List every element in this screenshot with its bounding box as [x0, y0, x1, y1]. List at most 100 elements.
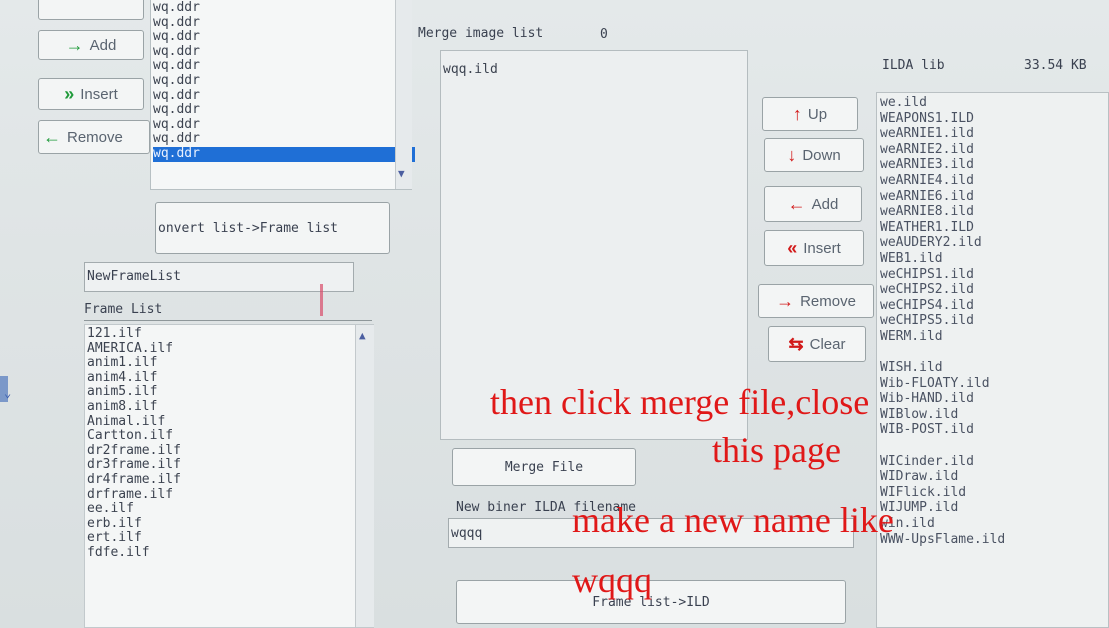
list-item[interactable]: weARNIE2.ild: [880, 142, 1005, 158]
list-item[interactable]: weCHIPS4.ild: [880, 298, 1005, 314]
list-item[interactable]: weAUDERY2.ild: [880, 235, 1005, 251]
frame-list-label: Frame List: [84, 302, 163, 317]
list-item[interactable]: wq.ddr: [153, 88, 415, 104]
list-item[interactable]: wq.ddr: [153, 15, 415, 31]
arrow-left-icon: ←: [43, 126, 61, 147]
list-item[interactable]: weARNIE3.ild: [880, 157, 1005, 173]
list-item[interactable]: anim1.ilf: [87, 356, 181, 371]
chevron-down-icon[interactable]: ▼: [398, 167, 405, 180]
list-item[interactable]: 121.ilf: [87, 326, 181, 342]
list-item[interactable]: Cartton.ilf: [87, 429, 181, 444]
list-item[interactable]: wq.ddr: [153, 73, 415, 89]
ddr-scrollbar[interactable]: ▼: [395, 0, 412, 189]
side-strip: [0, 376, 8, 402]
list-item[interactable]: WISH.ild: [880, 360, 1005, 376]
arrow-right-icon: →: [65, 34, 84, 55]
list-item[interactable]: fdfe.ilf: [87, 545, 181, 561]
chevron-up-icon[interactable]: ▲: [359, 329, 366, 342]
list-item[interactable]: weARNIE8.ild: [880, 204, 1005, 220]
insert-to-merge-button[interactable]: « Insert: [764, 230, 864, 266]
list-item[interactable]: we.ild: [880, 95, 1005, 111]
list-item[interactable]: dr4frame.ilf: [87, 472, 181, 488]
list-item[interactable]: anim5.ilf: [87, 385, 181, 400]
add-to-merge-label: Add: [811, 195, 839, 213]
frame-scrollbar[interactable]: ▲: [355, 325, 374, 627]
ddr-listbox[interactable]: wq.ddr wq.ddr wq.ddr wq.ddr wq.ddr wq.ddr wq.d…: [150, 0, 415, 190]
list-item[interactable]: dr2frame.ilf: [87, 443, 181, 459]
insert-button-label: Insert: [80, 85, 118, 103]
list-item[interactable]: weCHIPS2.ild: [880, 282, 1005, 298]
list-item[interactable]: wqq.ild: [443, 62, 498, 78]
list-item[interactable]: [880, 438, 1005, 454]
list-item[interactable]: WICinder.ild: [880, 454, 1005, 470]
ilda-lib-label: ILDA lib: [882, 58, 945, 73]
list-item[interactable]: ert.ilf: [87, 531, 181, 546]
arrow-down-icon: ↓: [787, 144, 797, 165]
annotation-line-3: make a new name like: [572, 500, 894, 540]
ilda-lib-size: 33.54 KB: [1024, 58, 1087, 73]
list-item[interactable]: erb.ilf: [87, 516, 181, 532]
list-item[interactable]: dr3frame.ilf: [87, 458, 181, 473]
down-button-label: Down: [802, 146, 841, 164]
list-item[interactable]: Wib-FLOATY.ild: [880, 376, 1005, 392]
list-item[interactable]: wq.ddr: [153, 117, 415, 133]
clear-button[interactable]: ⇆ Clear: [768, 326, 866, 362]
list-item[interactable]: wq.ddr: [153, 44, 415, 60]
list-item[interactable]: WEATHER1.ILD: [880, 220, 1005, 236]
list-item[interactable]: weCHIPS1.ild: [880, 267, 1005, 283]
list-item[interactable]: [880, 345, 1005, 361]
arrow-right-icon: →: [776, 290, 795, 311]
down-button[interactable]: ↓ Down: [764, 138, 864, 172]
list-item[interactable]: WEAPONS1.ILD: [880, 111, 1005, 127]
add-button[interactable]: → Add: [38, 30, 144, 60]
arrow-up-icon: ↑: [792, 103, 802, 124]
list-item[interactable]: weARNIE6.ild: [880, 189, 1005, 205]
list-item[interactable]: WIDraw.ild: [880, 469, 1005, 485]
list-item[interactable]: anim8.ilf: [87, 399, 181, 415]
list-item[interactable]: ee.ilf: [87, 502, 181, 517]
add-button-label: Add: [89, 36, 117, 54]
list-item[interactable]: WIB-POST.ild: [880, 422, 1005, 438]
double-chevron-left-icon: «: [787, 237, 798, 258]
list-item[interactable]: wq.ddr: [153, 146, 415, 162]
frame-list: 121.ilf AMERICA.ilf anim1.ilf anim4.ilf anim…: [87, 326, 181, 561]
list-item[interactable]: WEB1.ild: [880, 251, 1005, 267]
frame-listbox[interactable]: 121.ilf AMERICA.ilf anim1.ilf anim4.ilf anim…: [84, 324, 374, 628]
remove-from-merge-button[interactable]: → Remove: [758, 284, 874, 318]
annotation-line-2: this page: [712, 430, 841, 470]
list-item[interactable]: AMERICA.ilf: [87, 341, 181, 357]
list-item[interactable]: weARNIE4.ild: [880, 173, 1005, 189]
list-item[interactable]: weARNIE1.ild: [880, 126, 1005, 142]
list-item[interactable]: anim4.ilf: [87, 370, 181, 386]
frame-list-name-value: NewFrameList: [87, 269, 181, 284]
list-item[interactable]: wq.ddr: [153, 103, 415, 118]
convert-list-button[interactable]: onvert list->Frame list: [155, 202, 390, 254]
list-item[interactable]: wq.ddr: [153, 30, 415, 45]
ilda-listbox[interactable]: we.ild WEAPONS1.ILD weARNIE1.ild weARNIE2.i…: [876, 92, 1109, 628]
merge-file-label: Merge File: [504, 459, 584, 475]
list-item[interactable]: WIBlow.ild: [880, 407, 1005, 423]
list-item[interactable]: Animal.ilf: [87, 414, 181, 430]
list-item[interactable]: wq.ddr: [153, 132, 415, 147]
list-item[interactable]: weCHIPS5.ild: [880, 313, 1005, 329]
list-item[interactable]: WIFlick.ild: [880, 485, 1005, 501]
merge-list-label: Merge image list: [418, 26, 544, 41]
ddr-list: wq.ddr wq.ddr wq.ddr wq.ddr wq.ddr wq.ddr wq.d…: [153, 0, 415, 162]
merge-file-button[interactable]: Merge File: [452, 448, 636, 486]
add-to-merge-button[interactable]: ← Add: [764, 186, 862, 222]
list-item[interactable]: drframe.ilf: [87, 487, 181, 503]
clear-icon: ⇆: [788, 333, 804, 354]
list-item[interactable]: Wib-HAND.ild: [880, 391, 1005, 407]
list-item[interactable]: WERM.ild: [880, 329, 1005, 345]
list-item[interactable]: WIJUMP.ild: [880, 500, 1005, 516]
remove-button[interactable]: ← Remove: [38, 120, 150, 154]
frame-list-name-input[interactable]: NewFrameList: [84, 262, 354, 292]
top-partial-button[interactable]: [38, 0, 144, 20]
list-item[interactable]: wq.ddr: [153, 0, 415, 16]
insert-button[interactable]: » Insert: [38, 78, 144, 110]
list-item[interactable]: win.ild: [880, 516, 1005, 532]
up-button[interactable]: ↑ Up: [762, 97, 858, 131]
list-item[interactable]: WWW-UpsFlame.ild: [880, 532, 1005, 548]
list-item[interactable]: wq.ddr: [153, 59, 415, 74]
remove-from-merge-label: Remove: [800, 292, 856, 310]
